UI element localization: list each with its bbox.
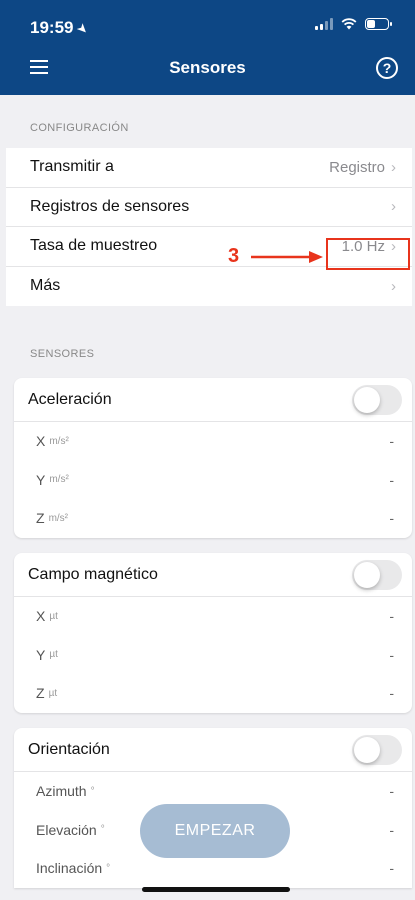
- sensor-toggle[interactable]: [352, 734, 402, 765]
- reading-value: -: [389, 646, 394, 663]
- sensor-card-title: Aceleración: [28, 390, 112, 408]
- sensor-reading-row: X µt -: [14, 597, 412, 636]
- reading-name: Z: [36, 510, 45, 527]
- configuration-list: Transmitir a Registro › Registros de sen…: [6, 148, 412, 306]
- sensor-card-acceleration: Aceleración X m/s² - Y m/s² - Z m/s² -: [14, 378, 412, 538]
- status-time: 19:59➤: [30, 18, 92, 38]
- reading-unit: °: [100, 824, 105, 836]
- reading-unit: m/s²: [49, 474, 69, 486]
- reading-value: -: [389, 608, 394, 625]
- home-indicator[interactable]: [142, 887, 290, 892]
- annotation-number: 3: [228, 245, 240, 267]
- reading-name: X: [36, 433, 46, 450]
- sensor-reading-row: Z m/s² -: [14, 499, 412, 538]
- config-row-label: Más: [30, 277, 61, 295]
- reading-value: -: [389, 783, 394, 800]
- annotation-highlight-box: [326, 238, 410, 270]
- status-icons: [315, 18, 392, 30]
- sensor-card-header: Campo magnético: [14, 553, 412, 597]
- wifi-icon: [341, 18, 357, 30]
- config-row-transmit[interactable]: Transmitir a Registro ›: [6, 148, 412, 188]
- reading-unit: µt: [49, 649, 58, 661]
- configuration-section-label: CONFIGURACIÓN: [30, 122, 129, 134]
- page-title: Sensores: [169, 58, 246, 77]
- reading-unit: m/s²: [49, 435, 69, 447]
- sensor-reading-row: Y m/s² -: [14, 461, 412, 500]
- sensor-card-header: Orientación: [14, 728, 412, 772]
- reading-unit: m/s²: [48, 512, 69, 524]
- annotation-arrow-icon: [251, 251, 323, 263]
- help-icon[interactable]: ?: [376, 57, 398, 79]
- reading-unit: µt: [49, 610, 58, 622]
- sensor-card-magnetic-field: Campo magnético X µt - Y µt - Z µt -: [14, 553, 412, 713]
- reading-value: -: [389, 433, 394, 450]
- reading-name: X: [36, 608, 46, 625]
- sensor-card-title: Campo magnético: [28, 565, 158, 583]
- config-row-label: Registros de sensores: [30, 197, 190, 215]
- reading-name: Y: [36, 646, 46, 663]
- reading-unit: °: [90, 785, 95, 797]
- config-row-label: Transmitir a: [30, 158, 114, 176]
- sensor-card-title: Orientación: [28, 740, 110, 758]
- sensor-reading-row: X m/s² -: [14, 422, 412, 461]
- battery-icon: [365, 18, 392, 30]
- chevron-right-icon: ›: [391, 277, 396, 295]
- reading-value: -: [389, 821, 394, 838]
- reading-name: Z: [36, 685, 45, 702]
- reading-name: Inclinación: [36, 860, 103, 877]
- reading-name: Y: [36, 471, 46, 488]
- chevron-right-icon: ›: [391, 158, 396, 176]
- config-row-sensor-logs[interactable]: Registros de sensores ›: [6, 188, 412, 227]
- status-time-text: 19:59: [30, 18, 74, 37]
- reading-name: Azimuth: [36, 783, 87, 800]
- sensor-reading-row: Z µt -: [14, 674, 412, 713]
- sensor-reading-row: Y µt -: [14, 636, 412, 675]
- reading-unit: °: [106, 862, 111, 874]
- reading-value: -: [389, 510, 394, 527]
- sensor-card-header: Aceleración: [14, 378, 412, 422]
- reading-value: -: [389, 471, 394, 488]
- location-arrow-icon: ➤: [74, 19, 93, 38]
- sensor-toggle[interactable]: [352, 559, 402, 590]
- reading-value: -: [389, 685, 394, 702]
- app-header: 19:59➤ Sensores ?: [0, 0, 415, 95]
- sensor-toggle[interactable]: [352, 384, 402, 415]
- config-row-value: Registro: [329, 158, 385, 176]
- config-row-more[interactable]: Más ›: [6, 267, 412, 307]
- cellular-signal-icon: [315, 18, 333, 30]
- start-button[interactable]: EMPEZAR: [140, 804, 290, 858]
- reading-unit: µt: [48, 687, 58, 699]
- reading-name: Elevación: [36, 821, 97, 838]
- sensors-section-label: SENSORES: [30, 348, 95, 360]
- chevron-right-icon: ›: [391, 198, 396, 216]
- reading-value: -: [389, 860, 394, 877]
